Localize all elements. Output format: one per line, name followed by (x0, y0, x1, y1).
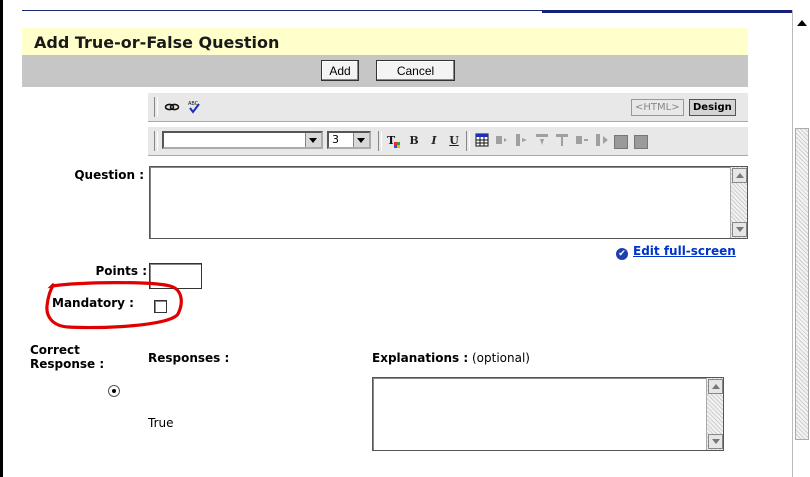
response-true-label: True (148, 416, 174, 430)
cancel-button[interactable]: Cancel (376, 60, 455, 81)
editor-toolbar-format: 3 T B I U (148, 126, 748, 156)
toolbar-grip (154, 131, 158, 151)
scroll-down-icon[interactable] (732, 222, 747, 237)
responses-label: Responses : (148, 351, 230, 365)
delete-column-icon[interactable] (594, 133, 610, 149)
explanation-scrollbar[interactable] (706, 378, 723, 450)
explanations-hint: (optional) (471, 351, 530, 365)
true-radio[interactable] (108, 385, 120, 397)
edit-fullscreen-label: Edit full-screen (633, 244, 736, 258)
italic-icon[interactable]: I (426, 133, 442, 149)
font-size-value: 3 (332, 133, 339, 146)
action-bar: Add Cancel (22, 55, 748, 87)
window-left-edge (0, 0, 3, 477)
font-size-select[interactable]: 3 (327, 131, 371, 149)
checkmark-circle-icon: ✔ (616, 248, 628, 260)
chevron-down-icon[interactable] (353, 133, 369, 147)
split-cells-icon[interactable] (554, 133, 570, 149)
toolbar-separator (378, 131, 382, 151)
design-view-toggle[interactable]: Design (689, 99, 736, 116)
chevron-down-icon[interactable] (305, 133, 321, 147)
delete-row-icon[interactable] (574, 133, 590, 149)
table-properties-icon[interactable] (634, 135, 648, 149)
scroll-up-icon[interactable] (732, 168, 747, 183)
question-scrollbar[interactable] (730, 167, 747, 238)
font-family-select[interactable] (162, 131, 323, 149)
correct-response-label-line1: Correct (30, 343, 80, 357)
insert-row-icon[interactable] (494, 133, 510, 149)
link-icon[interactable] (164, 99, 180, 115)
html-view-toggle[interactable]: <HTML> (631, 99, 684, 116)
points-label: Points : (95, 264, 147, 278)
scroll-up-icon[interactable] (797, 20, 807, 26)
correct-response-label-line2: Response : (30, 357, 105, 371)
spellcheck-icon[interactable]: ABC (186, 99, 202, 115)
page-title: Add True-or-False Question (34, 33, 280, 52)
explanations-header: Explanations : (optional) (372, 351, 530, 365)
explanation-textarea[interactable] (372, 377, 724, 451)
add-button[interactable]: Add (321, 60, 359, 81)
text-color-icon[interactable]: T (386, 133, 402, 149)
question-textarea[interactable] (149, 166, 748, 239)
bold-icon[interactable]: B (406, 133, 422, 149)
page-scrollbar[interactable] (792, 10, 810, 477)
underline-icon[interactable]: U (446, 133, 462, 149)
scroll-down-icon[interactable] (708, 434, 723, 449)
top-border-accent (542, 10, 792, 13)
top-border (22, 10, 542, 11)
editor-toolbar-top: ABC <HTML> Design (148, 92, 748, 122)
cell-properties-icon[interactable] (614, 135, 628, 149)
scrollbar-thumb[interactable] (795, 128, 809, 440)
explanations-label: Explanations : (372, 351, 469, 365)
toolbar-separator (466, 131, 470, 151)
toolbar-grip (154, 97, 158, 117)
question-label: Question : (74, 168, 144, 182)
merge-cells-icon[interactable] (534, 133, 550, 149)
table-icon[interactable] (474, 133, 490, 149)
insert-column-icon[interactable] (514, 133, 530, 149)
scroll-up-icon[interactable] (708, 379, 723, 394)
red-highlight-circle (45, 281, 183, 330)
edit-fullscreen-link[interactable]: ✔ Edit full-screen (616, 244, 736, 260)
dialog-title-bar: Add True-or-False Question (22, 28, 748, 55)
correct-response-label: Correct Response : (30, 343, 104, 371)
